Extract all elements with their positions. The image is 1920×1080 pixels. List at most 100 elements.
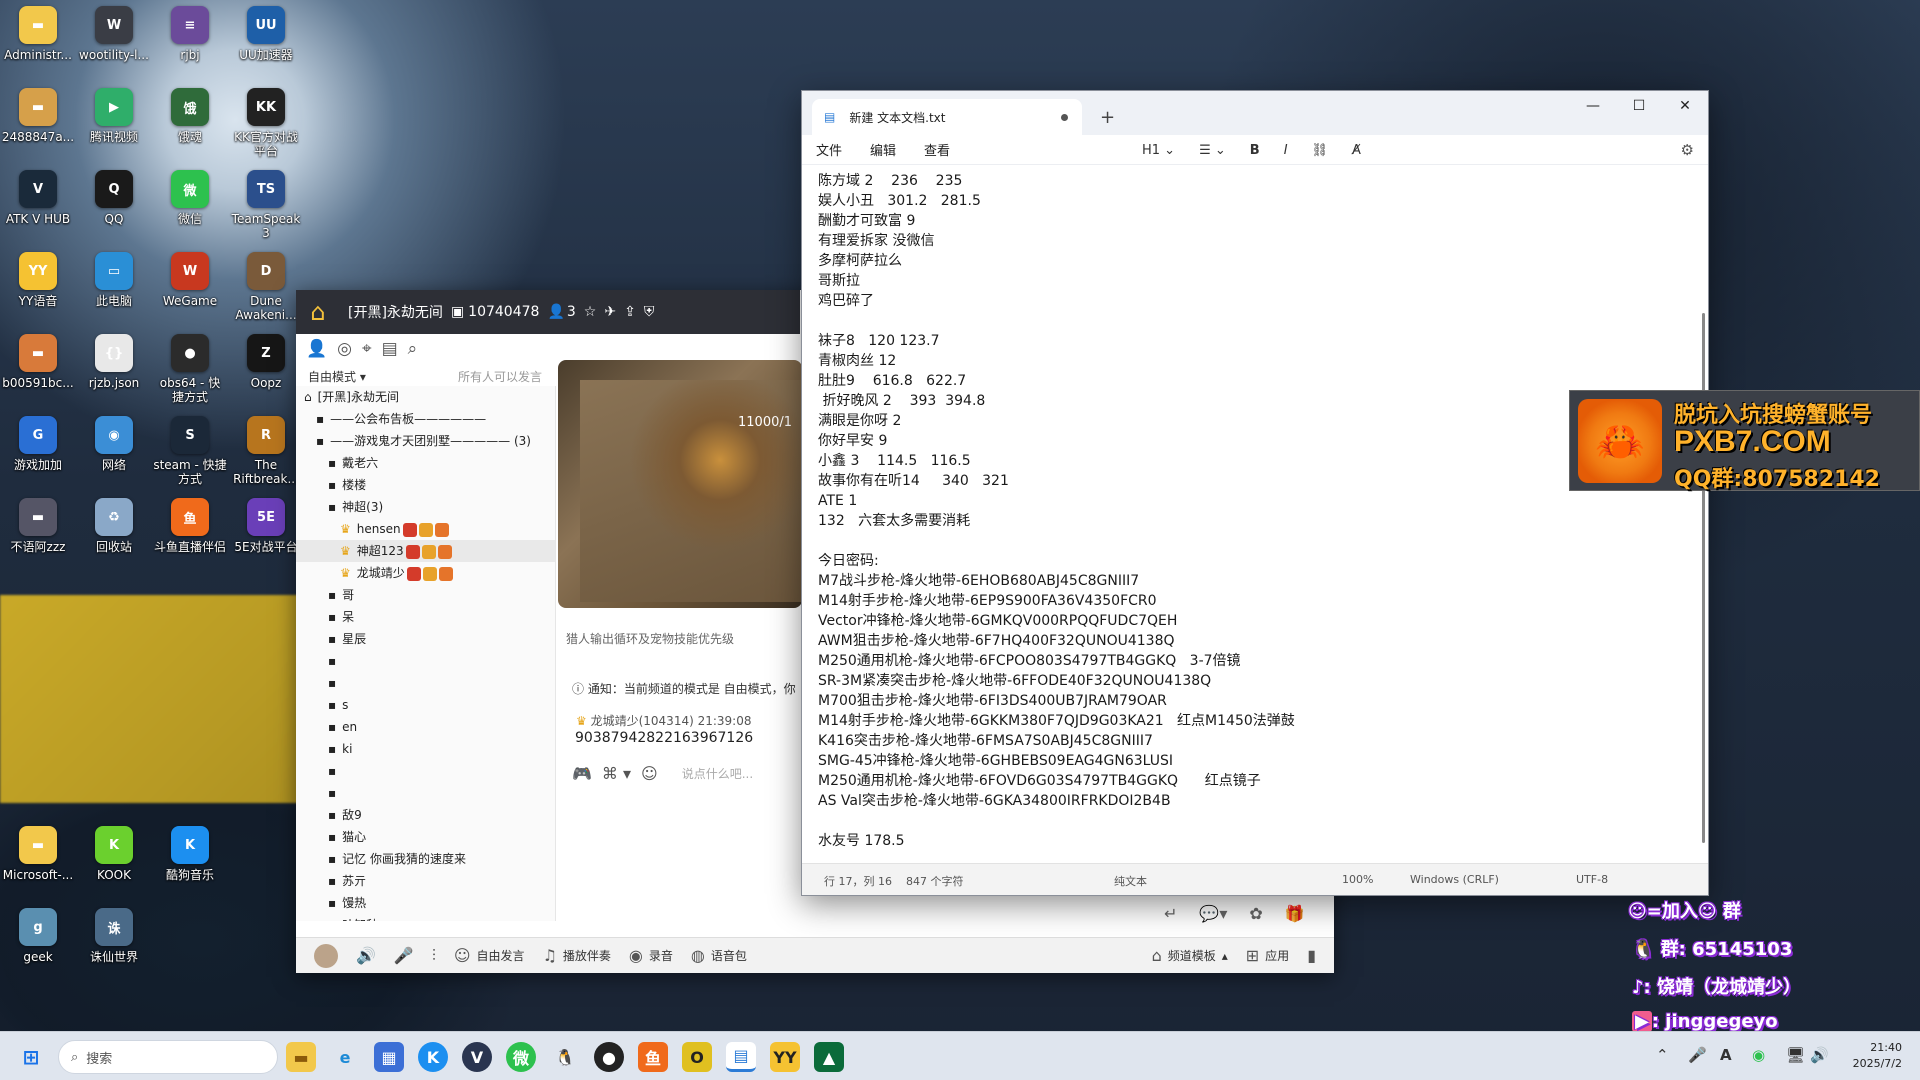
avatar[interactable] bbox=[314, 943, 338, 968]
desktop-icon[interactable]: Q QQ bbox=[76, 164, 152, 242]
desktop-icon[interactable]: ♻ 回收站 bbox=[76, 492, 152, 570]
mic-icon[interactable]: 🎤 bbox=[1688, 1046, 1707, 1064]
channel-tree-item[interactable]: ♛ 神超123 bbox=[296, 540, 555, 562]
desktop-icon[interactable]: TS TeamSpeak 3 bbox=[228, 164, 304, 242]
desktop-icon[interactable]: Z Oopz bbox=[228, 328, 304, 406]
list-icon[interactable]: ▤ bbox=[382, 339, 398, 359]
desktop-icon[interactable]: ≡ rjbj bbox=[152, 0, 228, 78]
text-editor[interactable]: 陈方域 2 236 235 娱人小丑 301.2 281.5 酬勤才可致富 9 有理爱… bbox=[802, 165, 1708, 865]
chat-icon[interactable]: ◎ bbox=[337, 339, 352, 359]
channel-tree-item[interactable]: ▪ ——公会布告板—————— bbox=[296, 408, 555, 430]
chevron-up-icon[interactable]: ⌃ bbox=[1656, 1046, 1669, 1064]
desktop-icon[interactable]: ▬ Microsoft-... bbox=[0, 820, 76, 898]
wechat-icon[interactable]: 微 bbox=[506, 1042, 536, 1072]
desktop-icon[interactable]: ▭ 此电脑 bbox=[76, 246, 152, 324]
nvidia-icon[interactable]: ▲ bbox=[814, 1042, 844, 1072]
channel-tree-item[interactable]: ▪ s bbox=[296, 694, 555, 716]
file-explorer-icon[interactable]: ▬ bbox=[286, 1042, 316, 1072]
desktop-icon[interactable]: Ssteam - 快捷 方式 bbox=[152, 410, 228, 488]
menu-file[interactable]: 文件 bbox=[816, 140, 842, 159]
favorite-icon[interactable]: ☆ bbox=[584, 304, 597, 320]
accompaniment-button[interactable]: ♫ 播放伴奏 bbox=[543, 946, 611, 965]
edge-icon[interactable]: e bbox=[330, 1042, 360, 1072]
share-icon[interactable]: ⇪ bbox=[624, 304, 636, 320]
zoom-level[interactable]: 100% bbox=[1342, 873, 1373, 886]
send-icon[interactable]: ↵ bbox=[1164, 904, 1177, 923]
line-ending[interactable]: Windows (CRLF) bbox=[1410, 873, 1499, 886]
free-speak-button[interactable]: ☺ 自由发言 bbox=[454, 946, 525, 965]
bubble-icon[interactable]: 💬▾ bbox=[1199, 904, 1227, 923]
new-tab-button[interactable]: + bbox=[1100, 99, 1115, 135]
gift-icon[interactable]: 🎁 bbox=[1285, 904, 1305, 923]
flower-icon[interactable]: ✿ bbox=[1249, 904, 1262, 923]
gear-icon[interactable]: ⚙ bbox=[1681, 141, 1694, 159]
clear-format-icon[interactable]: A̸ bbox=[1352, 143, 1361, 158]
channel-tree-item[interactable]: ▪ 猫心 bbox=[296, 826, 555, 848]
volume-icon[interactable]: 🔊 bbox=[1810, 1046, 1829, 1064]
desktop-icon[interactable]: ▬ b00591bc... bbox=[0, 328, 76, 406]
store-icon[interactable]: ▦ bbox=[374, 1042, 404, 1072]
desktop-icon[interactable]: K 酷狗音乐 bbox=[152, 820, 228, 898]
channel-tree-item[interactable]: ⌂ [开黑]永劫无间 bbox=[296, 386, 555, 408]
desktop-icon[interactable]: Wwootility-l... bbox=[76, 0, 152, 78]
search-icon[interactable]: ⌕ bbox=[408, 339, 418, 359]
desktop-icon[interactable]: W WeGame bbox=[152, 246, 228, 324]
qq-icon[interactable]: 🐧 bbox=[550, 1042, 580, 1072]
desktop-icon[interactable]: 饿饿魂 bbox=[152, 82, 228, 160]
channel-tree-item[interactable]: ▪ 苏亓 bbox=[296, 870, 555, 892]
unsaved-dot-icon[interactable] bbox=[1061, 113, 1068, 121]
channel-tree-item[interactable]: ▪ ——游戏鬼才天团别墅————— (3) bbox=[296, 430, 555, 452]
desktop-icon[interactable]: {} rjzb.json bbox=[76, 328, 152, 406]
desktop-icon[interactable]: ▬ 2488847a... bbox=[0, 82, 76, 160]
clock[interactable]: 21:40 2025/7/2 bbox=[1853, 1040, 1902, 1072]
start-button[interactable]: ⊞ bbox=[16, 1042, 46, 1072]
apps-button[interactable]: ⊞ 应用 bbox=[1246, 946, 1289, 965]
link-icon[interactable]: ⛓ bbox=[1312, 143, 1329, 158]
channel-tree-item[interactable]: ▪ bbox=[296, 650, 555, 672]
encoding[interactable]: UTF-8 bbox=[1576, 873, 1608, 886]
desktop-icon[interactable]: ▬ 不语阿zzz bbox=[0, 492, 76, 570]
emoji-icon[interactable]: ☺ bbox=[641, 764, 658, 783]
channel-tree-item[interactable]: ▪ 敌9 bbox=[296, 804, 555, 826]
chat-input[interactable]: 说点什么吧... bbox=[682, 765, 753, 782]
vpn-icon[interactable]: V bbox=[462, 1042, 492, 1072]
channel-tree-item[interactable]: ▪ 呆 bbox=[296, 606, 555, 628]
douyu-icon[interactable]: 鱼 bbox=[638, 1042, 668, 1072]
mixer-icon[interactable]: ⫶ bbox=[432, 946, 436, 966]
controller-icon[interactable]: ⌘ ▾ bbox=[602, 764, 631, 783]
channel-tree-item[interactable]: ▪ bbox=[296, 760, 555, 782]
minimize-button[interactable]: — bbox=[1570, 91, 1616, 121]
channel-tree-item[interactable]: ▪ ki bbox=[296, 738, 555, 760]
desktop-icon[interactable]: K KOOK bbox=[76, 820, 152, 898]
record-button[interactable]: ◉ 录音 bbox=[629, 946, 673, 965]
menu-view[interactable]: 查看 bbox=[924, 140, 950, 159]
gamepad-icon[interactable]: 🎮 bbox=[572, 764, 592, 783]
desktop-icon[interactable]: ◉ 网络 bbox=[76, 410, 152, 488]
channel-tree-item[interactable]: ▪ 楼楼 bbox=[296, 474, 555, 496]
channel-tree-item[interactable]: ▪ 哥 bbox=[296, 584, 555, 606]
oopz-icon[interactable]: O bbox=[682, 1042, 712, 1072]
desktop-icon[interactable]: G 游戏加加 bbox=[0, 410, 76, 488]
desktop-icon[interactable]: V ATK V HUB bbox=[0, 164, 76, 242]
channel-tree-item[interactable]: ▪ 戴老六 bbox=[296, 452, 555, 474]
channel-tree-item[interactable]: ▪ bbox=[296, 672, 555, 694]
channel-tree-item[interactable]: ▪ 神超(3) bbox=[296, 496, 555, 518]
stream-video[interactable]: 11000/1 bbox=[558, 360, 802, 608]
taskbar-search[interactable]: ⌕ 搜索 bbox=[58, 1040, 278, 1074]
tab-document[interactable]: ▤ 新建 文本文档.txt bbox=[812, 99, 1082, 135]
mode-select[interactable]: 自由模式 ▾ bbox=[308, 368, 366, 385]
desktop-icon[interactable]: YY YY语音 bbox=[0, 246, 76, 324]
list-dropdown-icon[interactable]: ☰ ⌄ bbox=[1199, 143, 1226, 158]
desktop-icon[interactable]: UU UU加速器 bbox=[228, 0, 304, 78]
plane-icon[interactable]: ✈ bbox=[604, 304, 616, 320]
menu-edit[interactable]: 编辑 bbox=[870, 140, 896, 159]
heading-dropdown[interactable]: H1 ⌄ bbox=[1142, 143, 1175, 158]
desktop-icon[interactable]: D Dune Awakeni... bbox=[228, 246, 304, 324]
channel-tree-item[interactable]: ▪ 星辰 bbox=[296, 628, 555, 650]
desktop-icon[interactable]: ▶ 腾讯视频 bbox=[76, 82, 152, 160]
desktop-icon[interactable]: KK KK官方对战 平台 bbox=[228, 82, 304, 160]
desktop-icon[interactable]: 5E 5E对战平台 bbox=[228, 492, 304, 570]
desktop-icon[interactable]: 诛诛仙世界 bbox=[76, 902, 152, 980]
voice-pack-button[interactable]: ◍ 语音包 bbox=[691, 946, 747, 965]
ime-indicator[interactable]: A bbox=[1720, 1046, 1732, 1064]
